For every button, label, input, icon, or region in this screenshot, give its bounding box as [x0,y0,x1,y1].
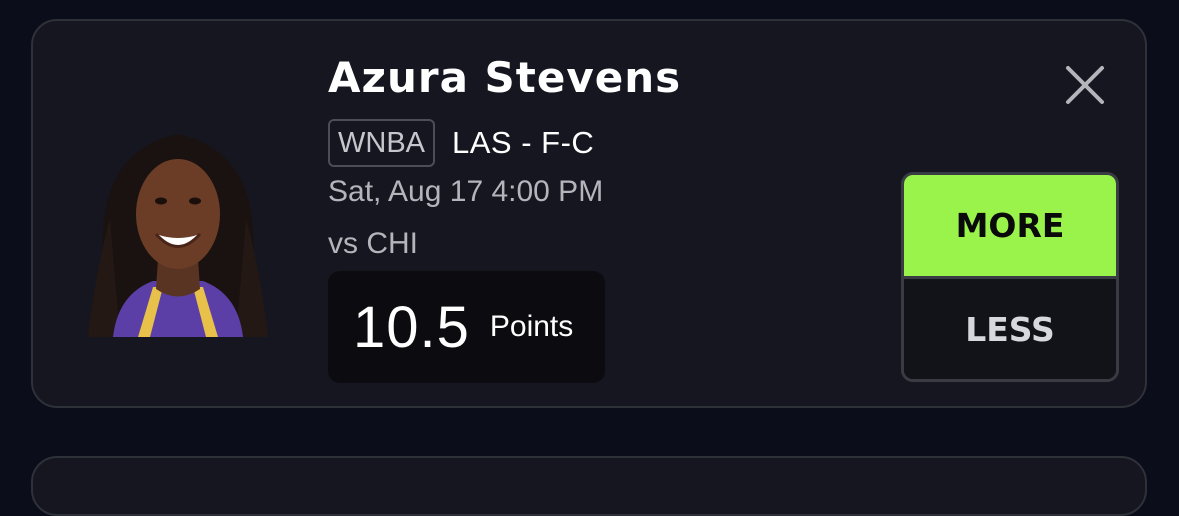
league-row: WNBA LAS - F-C [328,119,594,167]
projection-card: Azura Stevens WNBA LAS - F-C Sat, Aug 17… [31,19,1147,408]
player-avatar [58,109,298,337]
more-less-toggle: MORE LESS [901,172,1119,382]
next-projection-card [31,456,1147,516]
team-position: LAS - F-C [452,125,595,160]
projection-value: 10.5 [353,294,470,360]
close-button[interactable] [1063,63,1107,107]
more-button[interactable]: MORE [904,175,1116,279]
game-time: Sat, Aug 17 4:00 PM [328,175,604,208]
league-badge: WNBA [328,119,435,167]
opponent: vs CHI [328,227,418,260]
player-headshot-icon [88,134,268,337]
less-button[interactable]: LESS [904,279,1116,379]
projection-stat-label: Points [489,310,574,343]
projection-stat-box: 10.5 Points [328,271,605,383]
player-name: Azura Stevens [328,53,682,102]
close-icon [1066,66,1104,104]
